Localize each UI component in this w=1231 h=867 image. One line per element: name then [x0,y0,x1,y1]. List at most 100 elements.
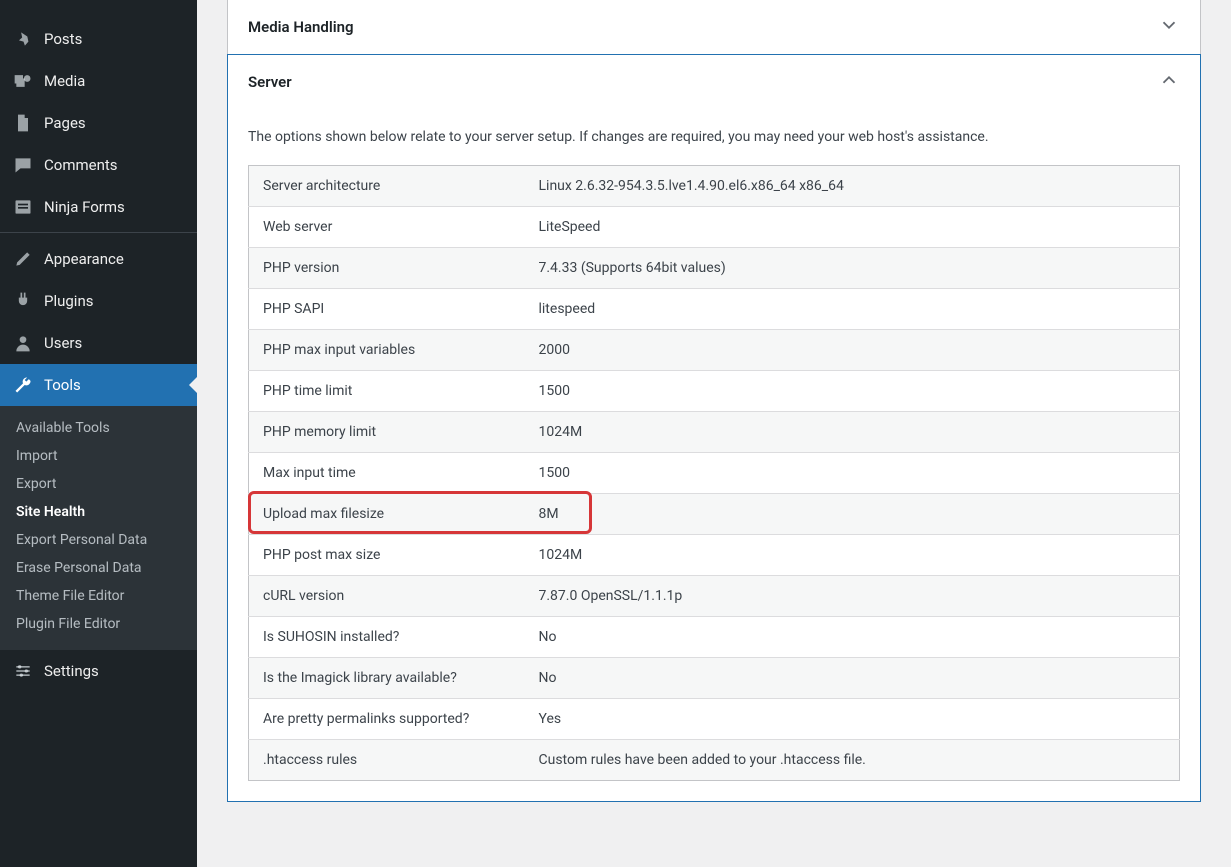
row-label: Server architecture [249,166,525,207]
row-label: Upload max filesize [249,494,525,535]
tools-submenu: Available Tools Import Export Site Healt… [0,406,197,650]
menu-label: Users [44,334,82,352]
row-value: 2000 [525,330,1180,371]
table-row: Web serverLiteSpeed [249,207,1180,248]
server-description: The options shown below relate to your s… [248,109,1180,165]
media-icon [12,70,34,92]
menu-label: Plugins [44,292,93,310]
row-label: PHP SAPI [249,289,525,330]
form-icon [12,196,34,218]
table-row: Is the Imagick library available?No [249,658,1180,699]
menu-item-settings[interactable]: Settings [0,650,197,692]
menu-label: Tools [44,376,81,394]
row-label: Is the Imagick library available? [249,658,525,699]
row-label: Max input time [249,453,525,494]
menu-label: Media [44,72,85,90]
accordion-body-server: The options shown below relate to your s… [228,109,1200,801]
row-label: PHP version [249,248,525,289]
row-value: Yes [525,699,1180,740]
table-row: Are pretty permalinks supported?Yes [249,699,1180,740]
accordion-header-media-handling[interactable]: Media Handling [228,0,1200,54]
brush-icon [12,248,34,270]
submenu-plugin-file-editor[interactable]: Plugin File Editor [0,610,197,638]
accordion-title: Server [248,73,292,91]
row-value: 8M [525,494,1180,535]
table-row: Is SUHOSIN installed?No [249,617,1180,658]
table-row: PHP time limit1500 [249,371,1180,412]
row-value: 1500 [525,371,1180,412]
menu-label: Ninja Forms [44,198,125,216]
accordion-media-handling: Media Handling [227,0,1201,55]
menu-label: Comments [44,156,118,174]
pin-icon [12,28,34,50]
row-value: Linux 2.6.32-954.3.5.lve1.4.90.el6.x86_6… [525,166,1180,207]
submenu-erase-personal-data[interactable]: Erase Personal Data [0,554,197,582]
menu-separator [0,228,197,233]
menu-label: Posts [44,30,82,48]
row-value: 1500 [525,453,1180,494]
row-label: .htaccess rules [249,740,525,781]
menu-item-ninja-forms[interactable]: Ninja Forms [0,186,197,228]
server-info-table: Server architectureLinux 2.6.32-954.3.5.… [248,165,1180,781]
submenu-export-personal-data[interactable]: Export Personal Data [0,526,197,554]
row-label: PHP post max size [249,535,525,576]
submenu-available-tools[interactable]: Available Tools [0,414,197,442]
row-label: Are pretty permalinks supported? [249,699,525,740]
accordion-title: Media Handling [248,18,354,36]
table-row: PHP SAPIlitespeed [249,289,1180,330]
submenu-site-health[interactable]: Site Health [0,498,197,526]
table-row: cURL version7.87.0 OpenSSL/1.1.1p [249,576,1180,617]
menu-item-pages[interactable]: Pages [0,102,197,144]
row-value: No [525,617,1180,658]
row-label: PHP time limit [249,371,525,412]
wrench-icon [12,374,34,396]
row-value: Custom rules have been added to your .ht… [525,740,1180,781]
comment-icon [12,154,34,176]
menu-item-tools[interactable]: Tools [0,364,197,406]
table-row: Server architectureLinux 2.6.32-954.3.5.… [249,166,1180,207]
menu-label: Appearance [44,250,124,268]
plug-icon [12,290,34,312]
user-icon [12,332,34,354]
menu-item-media[interactable]: Media [0,60,197,102]
table-row: Max input time1500 [249,453,1180,494]
main-content: Media Handling Server The options shown … [197,0,1231,867]
admin-sidebar: Posts Media Pages Comments Ninja Forms A… [0,0,197,867]
admin-menu-group-2: Appearance Plugins Users Tools [0,238,197,406]
submenu-import[interactable]: Import [0,442,197,470]
admin-menu-group-3: Settings [0,650,197,692]
row-label: Web server [249,207,525,248]
settings-icon [12,660,34,682]
table-row: PHP post max size1024M [249,535,1180,576]
menu-item-appearance[interactable]: Appearance [0,238,197,280]
accordion-header-server[interactable]: Server [228,55,1200,109]
menu-item-comments[interactable]: Comments [0,144,197,186]
menu-item-users[interactable]: Users [0,322,197,364]
submenu-export[interactable]: Export [0,470,197,498]
menu-item-plugins[interactable]: Plugins [0,280,197,322]
row-label: Is SUHOSIN installed? [249,617,525,658]
row-label: cURL version [249,576,525,617]
submenu-theme-file-editor[interactable]: Theme File Editor [0,582,197,610]
table-row: PHP version7.4.33 (Supports 64bit values… [249,248,1180,289]
chevron-down-icon [1158,14,1180,40]
row-label: PHP max input variables [249,330,525,371]
table-row: PHP max input variables2000 [249,330,1180,371]
row-label: PHP memory limit [249,412,525,453]
table-row: .htaccess rulesCustom rules have been ad… [249,740,1180,781]
row-value: litespeed [525,289,1180,330]
row-value: 1024M [525,412,1180,453]
server-table-wrapper: Server architectureLinux 2.6.32-954.3.5.… [248,165,1180,781]
row-value: 7.4.33 (Supports 64bit values) [525,248,1180,289]
page-icon [12,112,34,134]
menu-item-posts[interactable]: Posts [0,18,197,60]
accordion-server: Server The options shown below relate to… [227,54,1201,802]
row-value: 7.87.0 OpenSSL/1.1.1p [525,576,1180,617]
table-row: Upload max filesize8M [249,494,1180,535]
table-row: PHP memory limit1024M [249,412,1180,453]
chevron-up-icon [1158,69,1180,95]
menu-label: Pages [44,114,86,132]
menu-label: Settings [44,662,99,680]
admin-menu-group-1: Posts Media Pages Comments Ninja Forms [0,0,197,228]
row-value: LiteSpeed [525,207,1180,248]
